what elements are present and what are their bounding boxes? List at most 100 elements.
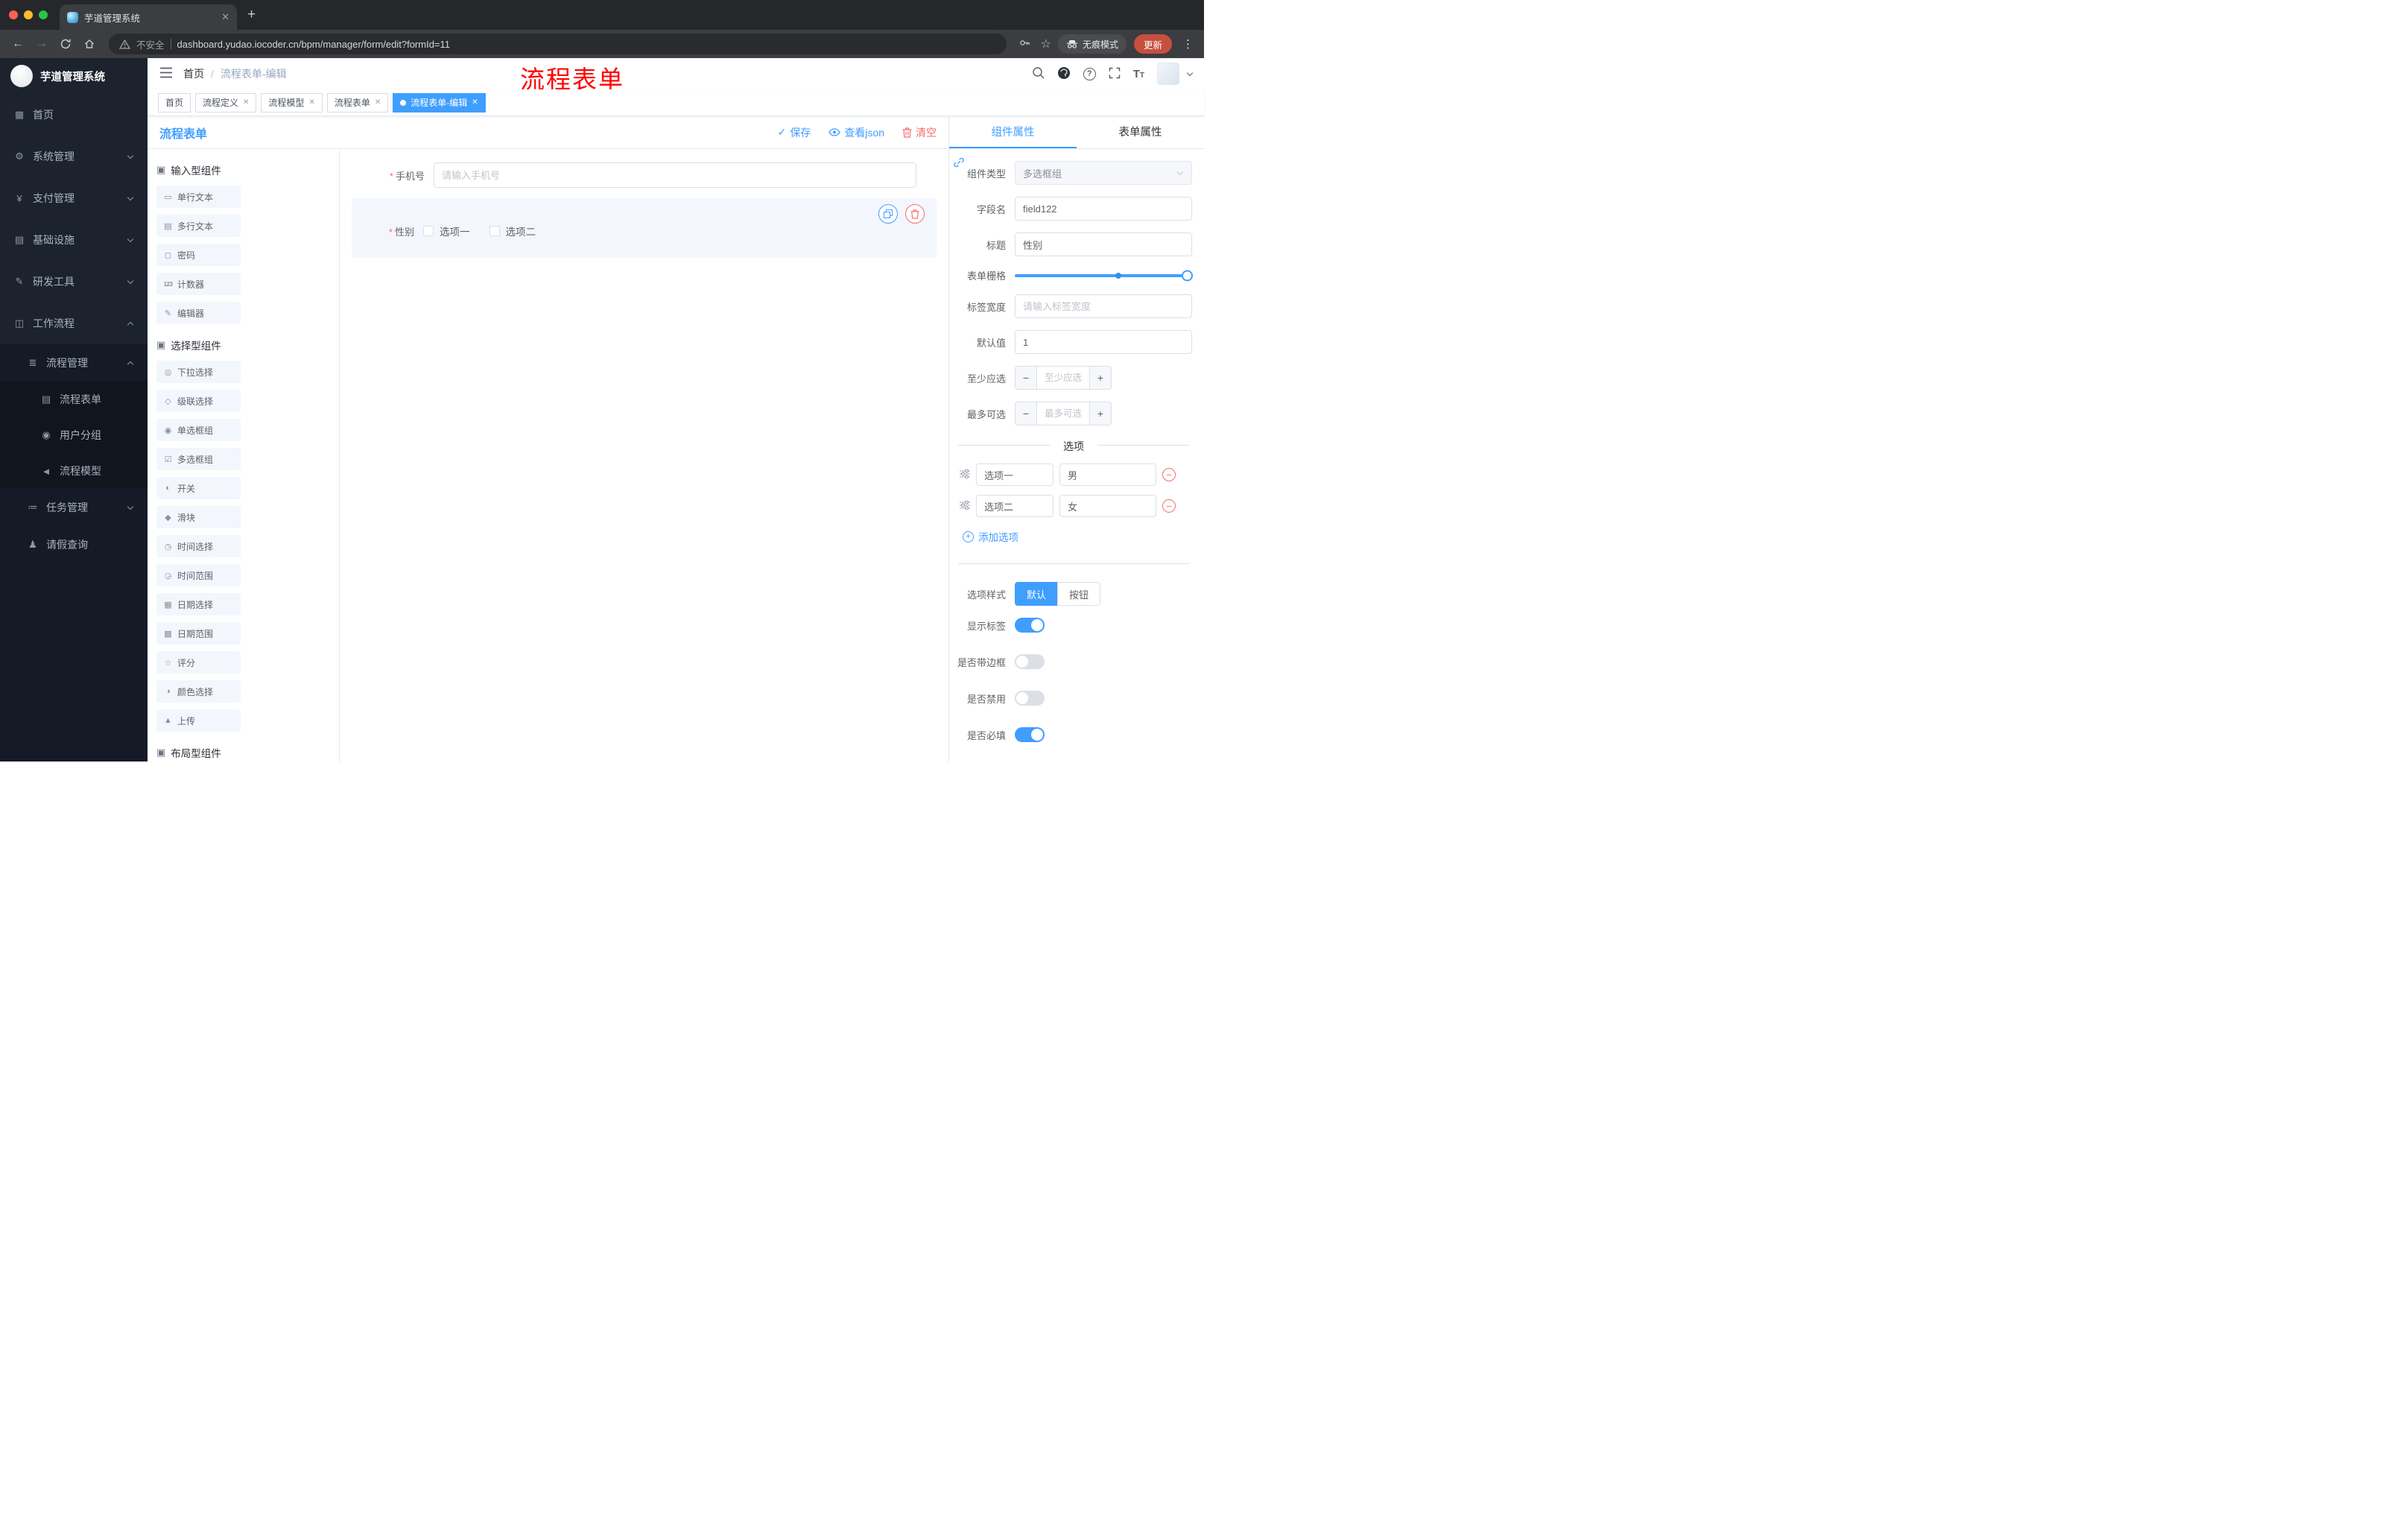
tag-process-form[interactable]: 流程表单 ✕ — [326, 92, 389, 113]
breadcrumb-home[interactable]: 首页 — [183, 66, 204, 81]
sidebar-item-home[interactable]: ▦ 首页 — [0, 94, 148, 136]
selected-component-gender[interactable]: 性别 选项一 选项二 — [352, 198, 937, 258]
sidebar-logo[interactable]: 芋道管理系统 — [0, 58, 148, 94]
min-select-input[interactable] — [1037, 366, 1089, 390]
tag-home[interactable]: 首页 — [158, 92, 191, 113]
sidebar-item-process-management[interactable]: ≣ 流程管理 — [0, 344, 148, 381]
search-icon[interactable] — [1032, 66, 1045, 81]
delete-component-button[interactable] — [905, 204, 925, 224]
palette-item-upload[interactable]: ▲ 上传 — [156, 709, 241, 732]
user-avatar[interactable] — [1157, 63, 1179, 85]
password-key-icon[interactable] — [1019, 37, 1030, 51]
palette-item-select[interactable]: ◎ 下拉选择 — [156, 361, 241, 383]
github-icon[interactable] — [1057, 66, 1071, 82]
back-button[interactable]: ← — [7, 37, 28, 51]
palette-item-time-range[interactable]: ◶ 时间范围 — [156, 564, 241, 586]
tag-process-model[interactable]: 流程模型 ✕ — [261, 92, 323, 113]
max-select-input[interactable] — [1037, 402, 1089, 425]
view-json-button[interactable]: 查看json — [828, 125, 884, 140]
palette-item-color-picker[interactable]: ◑ 颜色选择 — [156, 680, 241, 703]
border-toggle[interactable] — [1015, 654, 1045, 669]
palette-item-date-range[interactable]: ▩ 日期范围 — [156, 622, 241, 645]
window-close-button[interactable] — [9, 10, 18, 19]
palette-item-single-text[interactable]: ▭ 单行文本 — [156, 186, 241, 208]
clear-button[interactable]: 清空 — [902, 125, 937, 140]
fullscreen-icon[interactable] — [1109, 67, 1121, 81]
copy-component-button[interactable] — [878, 204, 898, 224]
increase-button[interactable]: + — [1089, 402, 1112, 425]
font-size-icon[interactable]: TT — [1133, 68, 1144, 80]
reload-button[interactable] — [55, 37, 76, 51]
sidebar-item-workflow[interactable]: ◫ 工作流程 — [0, 303, 148, 344]
remove-option-button[interactable]: − — [1162, 499, 1176, 513]
url-text[interactable]: dashboard.yudao.iocoder.cn/bpm/manager/f… — [177, 39, 451, 50]
tab-component-props[interactable]: 组件属性 — [949, 116, 1077, 148]
tag-process-definition[interactable]: 流程定义 ✕ — [195, 92, 257, 113]
add-option-button[interactable]: + 添加选项 — [963, 529, 1192, 544]
tag-close-icon[interactable]: ✕ — [243, 98, 249, 107]
forward-button[interactable]: → — [31, 37, 52, 51]
decrease-button[interactable]: − — [1015, 366, 1037, 390]
window-minimize-button[interactable] — [24, 10, 33, 19]
sidebar-item-process-model[interactable]: ◄ 流程模型 — [0, 453, 148, 489]
palette-item-cascader[interactable]: ◇ 级联选择 — [156, 390, 241, 412]
increase-button[interactable]: + — [1089, 366, 1112, 390]
palette-item-counter[interactable]: 123 计数器 — [156, 273, 241, 295]
title-input[interactable] — [1015, 232, 1192, 256]
palette-item-multi-text[interactable]: ▤ 多行文本 — [156, 215, 241, 237]
palette-item-switch[interactable]: ◐ 开关 — [156, 477, 241, 499]
option-name-input[interactable] — [976, 495, 1054, 517]
sidebar-item-leave-query[interactable]: ♟ 请假查询 — [0, 526, 148, 563]
tag-close-icon[interactable]: ✕ — [308, 98, 314, 107]
tag-process-form-edit[interactable]: 流程表单-编辑 ✕ — [393, 92, 486, 113]
palette-item-time-picker[interactable]: ◷ 时间选择 — [156, 535, 241, 557]
show-label-toggle[interactable] — [1015, 618, 1045, 633]
style-default-button[interactable]: 默认 — [1015, 582, 1058, 606]
option-value-input[interactable] — [1059, 495, 1156, 517]
browser-menu-icon[interactable]: ⋮ — [1182, 37, 1194, 51]
phone-input[interactable] — [434, 162, 916, 188]
help-icon[interactable]: ? — [1083, 67, 1096, 80]
checkbox-option-1[interactable]: 选项一 — [423, 224, 470, 238]
security-label[interactable]: 不安全 — [136, 37, 165, 51]
palette-item-checkbox-group[interactable]: ☑ 多选框组 — [156, 448, 241, 470]
avatar-caret-icon[interactable] — [1186, 69, 1194, 76]
drag-handle-icon[interactable] — [960, 469, 970, 481]
sidebar-item-infrastructure[interactable]: ▤ 基础设施 — [0, 219, 148, 261]
sidebar-item-process-form[interactable]: ▤ 流程表单 — [0, 381, 148, 417]
tag-close-icon[interactable]: ✕ — [472, 98, 478, 107]
sidebar-item-task-management[interactable]: ≔ 任务管理 — [0, 489, 148, 526]
checkbox-option-2[interactable]: 选项二 — [489, 224, 536, 238]
save-button[interactable]: ✓ 保存 — [778, 125, 811, 140]
drag-handle-icon[interactable] — [960, 500, 970, 512]
palette-item-editor[interactable]: ✎ 编辑器 — [156, 302, 241, 324]
option-value-input[interactable] — [1059, 463, 1156, 486]
hamburger-menu-icon[interactable] — [159, 67, 173, 80]
palette-item-radio-group[interactable]: ◉ 单选框组 — [156, 419, 241, 441]
tab-close-icon[interactable]: ✕ — [221, 11, 229, 23]
browser-update-button[interactable]: 更新 — [1133, 34, 1172, 54]
field-name-input[interactable] — [1015, 197, 1192, 221]
sidebar-item-system[interactable]: ⚙ 系统管理 — [0, 136, 148, 177]
tab-form-props[interactable]: 表单属性 — [1077, 116, 1204, 148]
palette-item-password[interactable]: ◻ 密码 — [156, 244, 241, 266]
sidebar-item-payment[interactable]: ¥ 支付管理 — [0, 177, 148, 219]
tag-close-icon[interactable]: ✕ — [375, 98, 381, 107]
remove-option-button[interactable]: − — [1162, 468, 1176, 481]
browser-tab[interactable]: 芋道管理系统 ✕ — [60, 4, 237, 30]
style-button-button[interactable]: 按钮 — [1057, 582, 1101, 606]
phone-field-row[interactable]: 手机号 — [352, 162, 937, 188]
home-button[interactable] — [79, 37, 100, 51]
label-width-input[interactable] — [1015, 294, 1192, 318]
default-value-input[interactable] — [1015, 330, 1192, 354]
palette-item-slider[interactable]: ◆ 滑块 — [156, 506, 241, 528]
slider-handle[interactable] — [1182, 270, 1193, 281]
decrease-button[interactable]: − — [1015, 402, 1037, 425]
sidebar-item-devtools[interactable]: ✎ 研发工具 — [0, 261, 148, 303]
address-bar[interactable]: 不安全 dashboard.yudao.iocoder.cn/bpm/manag… — [109, 34, 1007, 54]
palette-item-date-picker[interactable]: ▦ 日期选择 — [156, 593, 241, 615]
required-toggle[interactable] — [1015, 727, 1045, 742]
new-tab-button[interactable]: + — [247, 7, 256, 23]
link-icon[interactable] — [953, 156, 965, 171]
window-zoom-button[interactable] — [39, 10, 48, 19]
